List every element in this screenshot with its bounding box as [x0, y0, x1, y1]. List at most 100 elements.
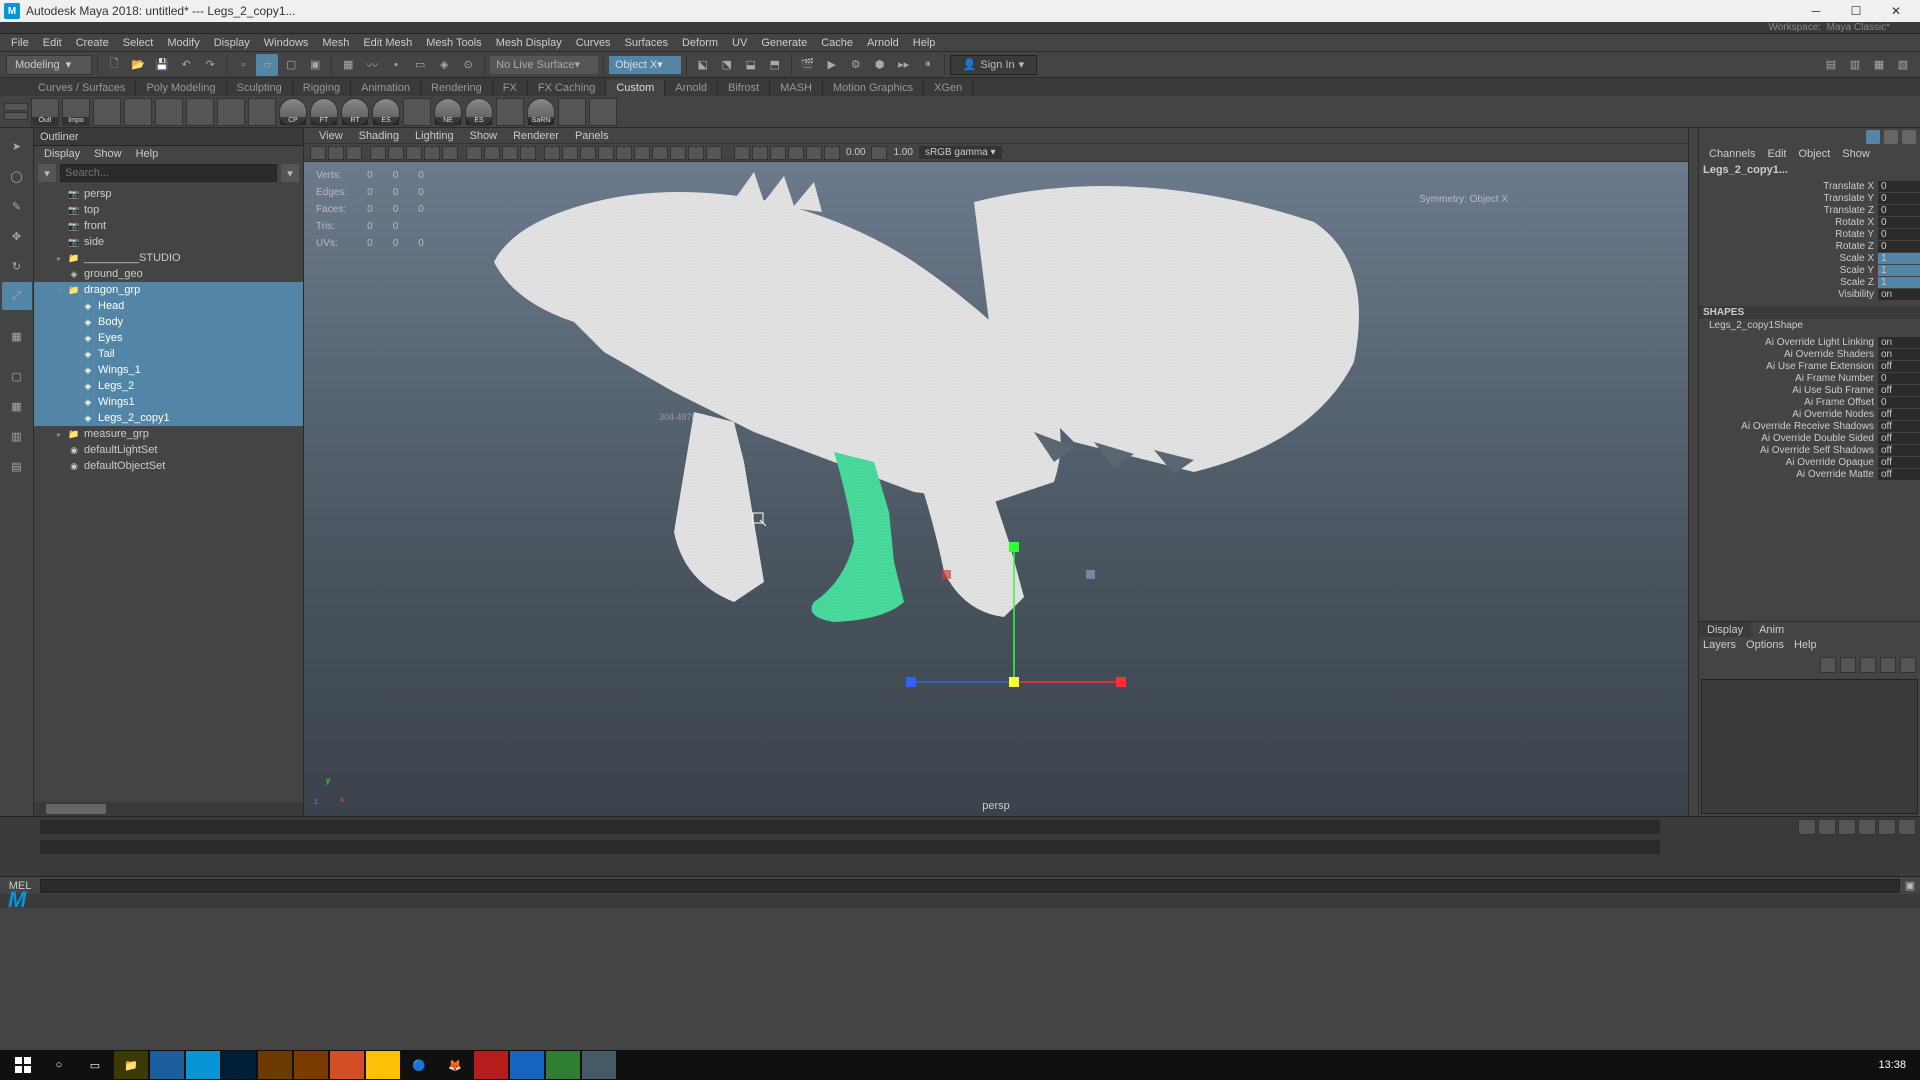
snap-plane-icon[interactable]: ▭: [409, 54, 431, 76]
playback-slider[interactable]: [40, 840, 1660, 854]
cube-shelf-icon[interactable]: [217, 98, 245, 126]
cb-tab-icon[interactable]: [1866, 130, 1880, 144]
layer-menu-layers[interactable]: Layers: [1703, 639, 1736, 651]
vp-icon-19[interactable]: [652, 146, 668, 160]
tree-item-dragon-grp[interactable]: ▾📁dragon_grp: [34, 282, 303, 298]
panel-toggle-1-icon[interactable]: ▤: [1820, 54, 1842, 76]
app-taskbar-2[interactable]: [186, 1051, 220, 1079]
menu-mesh[interactable]: Mesh: [315, 34, 356, 52]
vp-icon-8[interactable]: [442, 146, 458, 160]
vp-menu-view[interactable]: View: [312, 130, 350, 142]
trash-shelf-icon[interactable]: [589, 98, 617, 126]
expressions-icon[interactable]: ⬒: [764, 54, 786, 76]
outliner-scrollbar[interactable]: [34, 802, 303, 816]
start-button[interactable]: [6, 1050, 40, 1080]
attr-value[interactable]: off: [1878, 433, 1920, 444]
expand-arrow-icon[interactable]: ▸: [54, 430, 64, 439]
vp-icon-1[interactable]: [310, 146, 326, 160]
vp-icon-22[interactable]: [706, 146, 722, 160]
outliner-layout-icon[interactable]: ▤: [2, 452, 32, 480]
minimize-button[interactable]: ─: [1796, 0, 1836, 22]
menu-file[interactable]: File: [4, 34, 36, 52]
range-slider[interactable]: [40, 820, 1660, 834]
shelf-tab-rigging[interactable]: Rigging: [293, 80, 351, 96]
tree-item-body[interactable]: ◈Body: [34, 314, 303, 330]
tree-item-wings1[interactable]: ◈Wings1: [34, 394, 303, 410]
live-surface-field[interactable]: No Live Surface ▾: [490, 56, 598, 74]
new-scene-icon[interactable]: 🗋: [103, 54, 125, 76]
vp-icon-7[interactable]: [424, 146, 440, 160]
vp-icon-25[interactable]: [770, 146, 786, 160]
workspace-name[interactable]: Maya Classic*: [1827, 22, 1890, 33]
outliner-search-input[interactable]: [60, 164, 277, 182]
time-slider[interactable]: [0, 816, 1920, 876]
step-back-icon[interactable]: [1818, 819, 1836, 835]
chrome-taskbar-icon[interactable]: 🔵: [402, 1051, 436, 1079]
menu-uv[interactable]: UV: [725, 34, 754, 52]
vp-icon-17[interactable]: [616, 146, 632, 160]
layer-menu-help[interactable]: Help: [1794, 639, 1817, 651]
layer-menu-options[interactable]: Options: [1746, 639, 1784, 651]
ch-menu-show[interactable]: Show: [1836, 148, 1876, 160]
select-tool-icon[interactable]: ➤: [2, 132, 32, 160]
menu-mesh-display[interactable]: Mesh Display: [489, 34, 569, 52]
layer-icon-2[interactable]: [1840, 657, 1856, 673]
shelf-tab-bifrost[interactable]: Bifrost: [718, 80, 770, 96]
vp-menu-shading[interactable]: Shading: [352, 130, 406, 142]
app-taskbar-11[interactable]: [582, 1051, 616, 1079]
render-settings-icon[interactable]: ⚙: [845, 54, 867, 76]
vp-exposure[interactable]: 0.00: [842, 147, 869, 158]
vp-icon-10[interactable]: [484, 146, 500, 160]
tree-item-head[interactable]: ◈Head: [34, 298, 303, 314]
es-teapot[interactable]: ES: [372, 98, 400, 126]
scale-tool-icon[interactable]: ⤢: [2, 282, 32, 310]
vp-icon-20[interactable]: [670, 146, 686, 160]
attr-value[interactable]: on: [1878, 289, 1920, 300]
shelf-toggle[interactable]: [4, 97, 28, 127]
tree-item-legs-2[interactable]: ◈Legs_2: [34, 378, 303, 394]
taskview-icon[interactable]: ▭: [78, 1051, 112, 1079]
attr-value[interactable]: 0: [1878, 217, 1920, 228]
vp-menu-show[interactable]: Show: [463, 130, 505, 142]
vp-icon-18[interactable]: [634, 146, 650, 160]
ch-menu-edit[interactable]: Edit: [1761, 148, 1792, 160]
vp-icon-13[interactable]: [544, 146, 560, 160]
outliner-menu-help[interactable]: Help: [130, 148, 165, 160]
construction-icon[interactable]: ⬓: [740, 54, 762, 76]
viewport[interactable]: Verts:000Edges:000Faces:000Tris:00UVs:00…: [304, 162, 1688, 816]
menu-windows[interactable]: Windows: [257, 34, 316, 52]
vp-icon-24[interactable]: [752, 146, 768, 160]
outliner-menu-display[interactable]: Display: [38, 148, 86, 160]
expand-arrow-icon[interactable]: ▸: [54, 254, 64, 263]
purple-sphere-icon[interactable]: [558, 98, 586, 126]
layer-icon-5[interactable]: [1900, 657, 1916, 673]
render-icon[interactable]: 🎬: [797, 54, 819, 76]
menu-modify[interactable]: Modify: [160, 34, 206, 52]
search-options-icon[interactable]: ▾: [281, 164, 299, 182]
attr-value[interactable]: 1: [1878, 277, 1920, 288]
vp-icon-27[interactable]: [806, 146, 822, 160]
layer-tab-anim[interactable]: Anim: [1751, 622, 1792, 637]
inputs-icon[interactable]: ⬕: [692, 54, 714, 76]
ne-teapot[interactable]: NE: [434, 98, 462, 126]
app-taskbar-8[interactable]: [474, 1051, 508, 1079]
rotate-tool-icon[interactable]: ↻: [2, 252, 32, 280]
panel-toggle-2-icon[interactable]: ▥: [1844, 54, 1866, 76]
shape-name[interactable]: Legs_2_copy1Shape: [1699, 319, 1920, 334]
select-vertex-icon[interactable]: ▫: [232, 54, 254, 76]
maximize-button[interactable]: ☐: [1836, 0, 1876, 22]
vp-icon-15[interactable]: [580, 146, 596, 160]
shelf-tab-fx[interactable]: FX: [493, 80, 528, 96]
scale-manipulator[interactable]: [864, 542, 1164, 742]
goto-start-icon[interactable]: [1798, 819, 1816, 835]
shelf-tab-animation[interactable]: Animation: [351, 80, 421, 96]
menu-curves[interactable]: Curves: [569, 34, 618, 52]
tree-item-wings-1[interactable]: ◈Wings_1: [34, 362, 303, 378]
import-shelf-icon[interactable]: Impo: [62, 98, 90, 126]
undo-icon[interactable]: ↶: [175, 54, 197, 76]
menu-select[interactable]: Select: [116, 34, 161, 52]
menu-deform[interactable]: Deform: [675, 34, 725, 52]
shelf-tab-mash[interactable]: MASH: [770, 80, 823, 96]
app-taskbar-4[interactable]: [258, 1051, 292, 1079]
mel-input[interactable]: [40, 879, 1900, 893]
